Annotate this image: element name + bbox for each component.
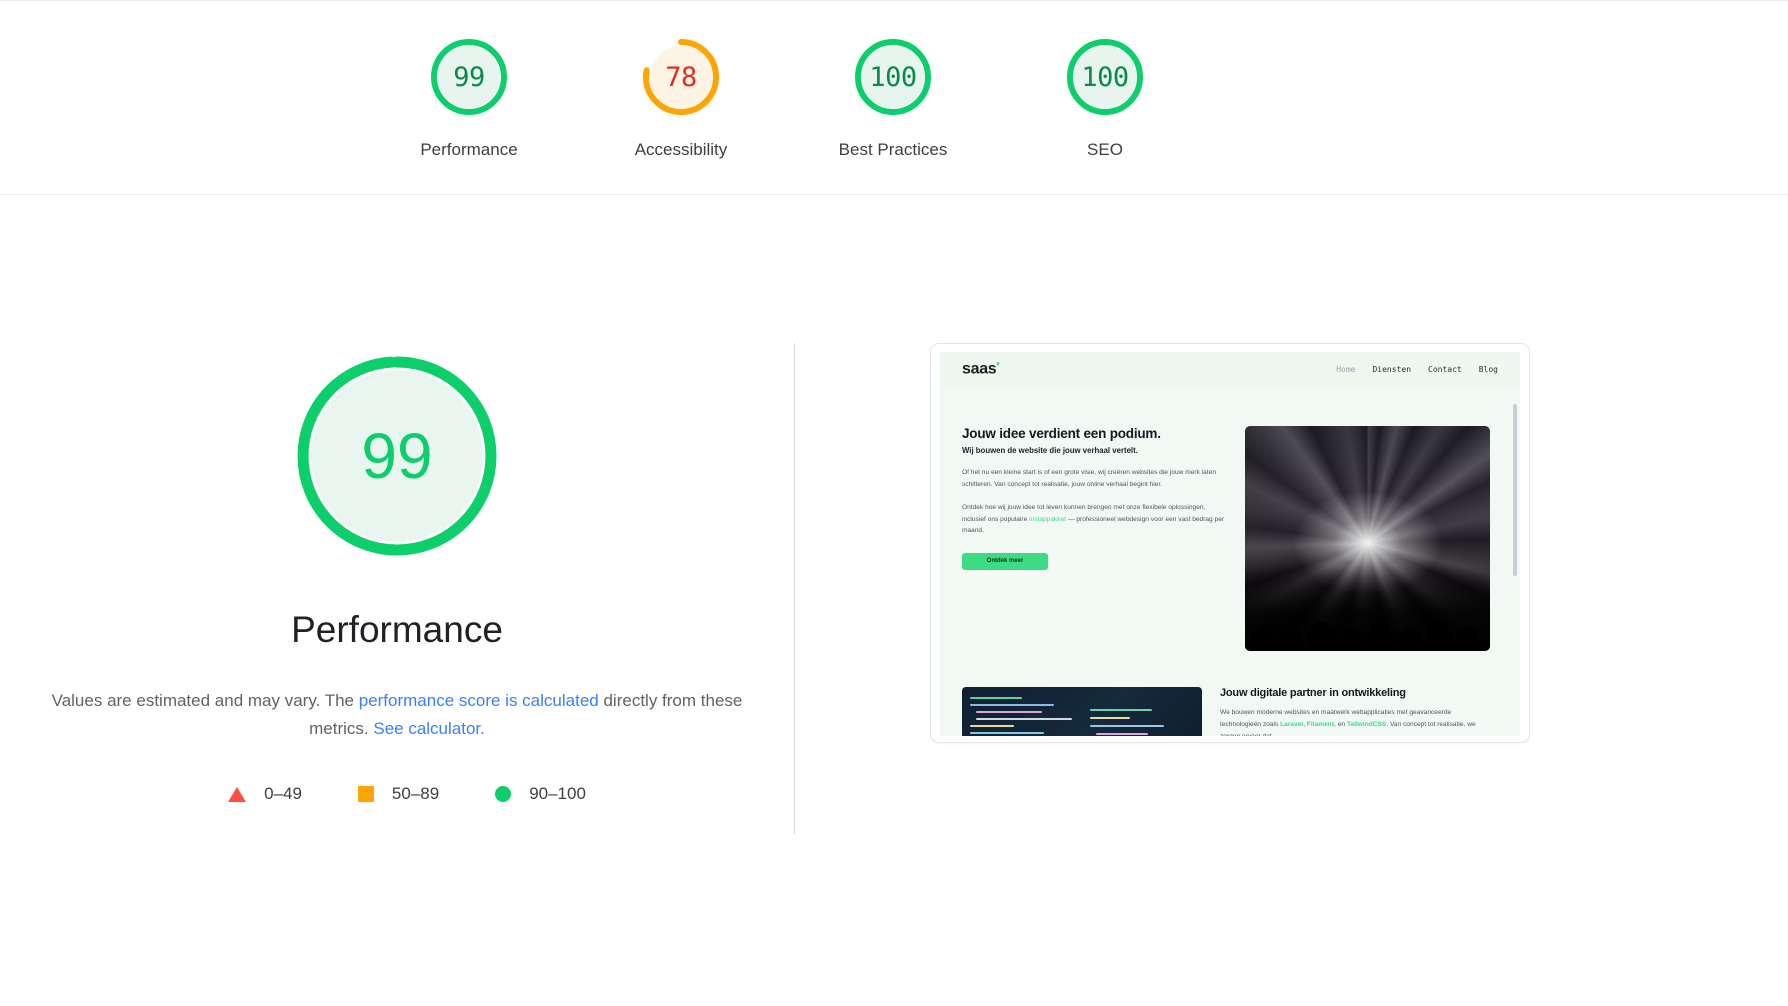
legend-label: 0–49 xyxy=(264,784,302,804)
score-gauge-row: 99 Performance 78 Accessibility 100 Best… xyxy=(0,35,1788,160)
gauge-arc-performance: 99 xyxy=(427,35,511,119)
site-hero-paragraph-2: Ontdek hoe wij jouw idee tot leven kunne… xyxy=(962,502,1227,537)
gauge-value: 78 xyxy=(665,61,697,93)
performance-gauge-large: 99 xyxy=(292,351,502,561)
site-hero: Jouw idee verdient een podium. Wij bouwe… xyxy=(940,386,1520,651)
score-gauge-performance[interactable]: 99 Performance xyxy=(398,35,540,160)
site-hero-copy: Jouw idee verdient een podium. Wij bouwe… xyxy=(962,426,1227,651)
site-navbar: saas• Home Diensten Contact Blog xyxy=(940,352,1520,386)
site-logo-dot: • xyxy=(996,359,1000,371)
site-band-image-code-editor xyxy=(962,687,1202,736)
gauge-arc-seo: 100 xyxy=(1063,35,1147,119)
score-gauge-best-practices[interactable]: 100 Best Practices xyxy=(822,35,964,160)
site-band-heading: Jouw digitale partner in ontwikkeling xyxy=(1220,687,1406,699)
band-link-filament: Filament xyxy=(1306,720,1335,728)
site-second-band: Jouw digitale partner in ontwikkeling We… xyxy=(940,651,1520,736)
site-nav-links: Home Diensten Contact Blog xyxy=(1336,365,1498,374)
site-nav-item-diensten: Diensten xyxy=(1372,364,1412,374)
legend-item-fail: 0–49 xyxy=(228,784,302,804)
gauge-arc-accessibility: 78 xyxy=(639,35,723,119)
final-screenshot-column: saas• Home Diensten Contact Blog Jouw id… xyxy=(795,343,1788,834)
score-summary-bar: 99 Performance 78 Accessibility 100 Best… xyxy=(0,1,1788,195)
site-band-paragraph: We bouwen moderne websites en maatwerk w… xyxy=(1220,707,1485,736)
site-hero-image-concert-crowd xyxy=(1245,426,1490,651)
legend-item-pass: 90–100 xyxy=(495,784,586,804)
score-gauge-accessibility[interactable]: 78 Accessibility xyxy=(610,35,752,160)
score-gauge-seo[interactable]: 100 SEO xyxy=(1034,35,1176,160)
hero-p2-link: instappakket xyxy=(1029,515,1067,523)
gauge-label: Performance xyxy=(420,140,518,159)
category-description: Values are estimated and may vary. The p… xyxy=(47,687,747,742)
gauge-arc-best-practices: 100 xyxy=(851,35,935,119)
score-legend: 0–49 50–89 90–100 xyxy=(208,784,586,804)
final-screenshot-frame[interactable]: saas• Home Diensten Contact Blog Jouw id… xyxy=(930,343,1530,743)
legend-label: 50–89 xyxy=(391,784,440,804)
gauge-label: SEO xyxy=(1087,140,1123,159)
site-hero-heading: Jouw idee verdient een podium. xyxy=(962,426,1161,441)
triangle-icon xyxy=(228,786,247,802)
category-detail-section: 99 Performance Values are estimated and … xyxy=(0,195,1788,835)
site-nav-item-blog: Blog xyxy=(1478,364,1498,374)
desc-text-1: Values are estimated and may vary. The xyxy=(51,691,359,710)
site-hero-paragraph-1: Of het nu een kleine start is of een gro… xyxy=(962,469,1216,488)
gauge-value: 100 xyxy=(869,61,917,93)
circle-icon xyxy=(495,786,512,803)
gauge-label: Best Practices xyxy=(838,140,948,159)
site-nav-item-home: Home xyxy=(1336,364,1356,374)
screenshot-scrollbar[interactable] xyxy=(1513,404,1517,576)
performance-panel: 99 Performance Values are estimated and … xyxy=(0,343,795,835)
site-hero-subheading: Wij bouwen de website die jouw verhaal v… xyxy=(962,446,1138,455)
legend-item-average: 50–89 xyxy=(357,784,440,804)
band-link-tailwindcss: TailwindCSS xyxy=(1346,720,1387,728)
square-icon xyxy=(357,786,374,803)
site-logo-text: saas xyxy=(962,360,997,378)
gauge-label: Accessibility xyxy=(634,140,728,159)
page-title: Performance xyxy=(291,609,503,650)
site-band-copy: Jouw digitale partner in ontwikkeling We… xyxy=(1220,687,1485,736)
see-calculator-link[interactable]: See calculator. xyxy=(373,719,485,738)
site-nav-item-contact: Contact xyxy=(1428,364,1462,374)
site-logo: saas• xyxy=(962,359,1000,378)
band-link-laravel: Laravel xyxy=(1280,720,1304,728)
gauge-value: 100 xyxy=(1081,61,1129,93)
final-screenshot-content: saas• Home Diensten Contact Blog Jouw id… xyxy=(940,352,1520,736)
performance-gauge-value: 99 xyxy=(361,420,433,492)
band-sep-2: , en xyxy=(1334,720,1347,728)
gauge-value: 99 xyxy=(453,61,485,93)
legend-label: 90–100 xyxy=(529,784,586,804)
performance-score-link[interactable]: performance score is calculated xyxy=(359,691,599,710)
site-hero-cta-button: Ontdek meer xyxy=(962,552,1048,570)
